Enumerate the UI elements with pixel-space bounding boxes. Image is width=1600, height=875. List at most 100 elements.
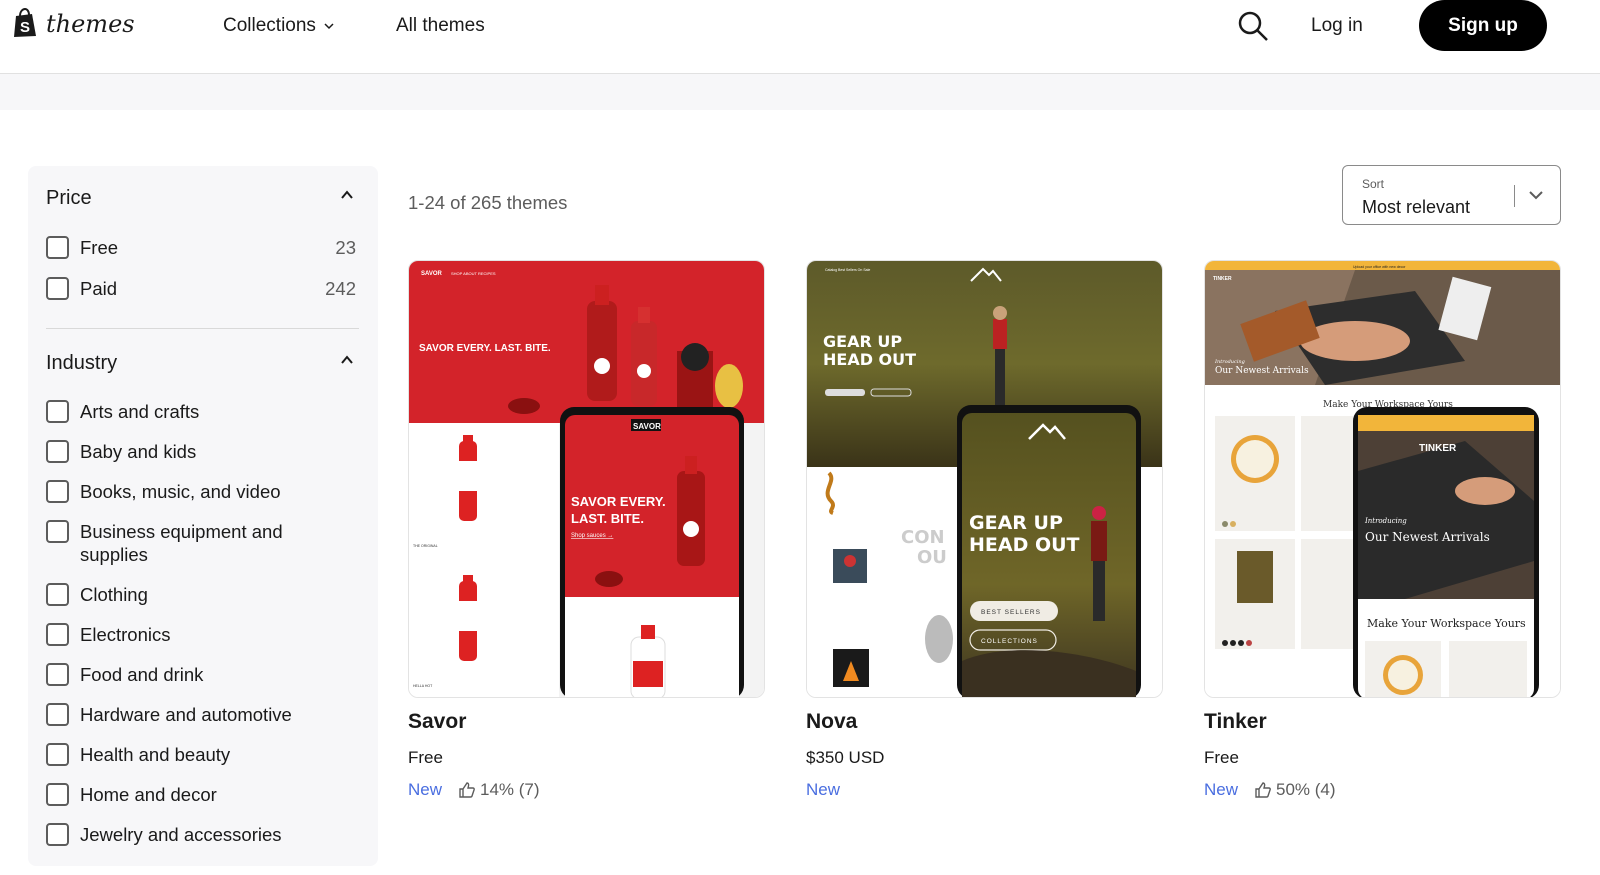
checkbox[interactable] (46, 236, 69, 259)
tinker-mobile-intro: Introducing (1364, 517, 1407, 525)
theme-name[interactable]: Nova (806, 710, 1163, 734)
industry-option[interactable]: Home and decor (46, 783, 356, 806)
nova-desktop-headline-2: HEAD OUT (823, 350, 916, 369)
theme-price: Free (408, 748, 443, 767)
tinker-desktop-intro: Introducing (1214, 359, 1245, 365)
industry-option[interactable]: Arts and crafts (46, 400, 356, 423)
savor-mobile-headline-1: SAVOR EVERY. (571, 494, 666, 509)
price-option-paid[interactable]: Paid 242 (46, 277, 356, 300)
svg-text:CON: CON (901, 527, 945, 548)
industry-option[interactable]: Baby and kids (46, 440, 356, 463)
new-badge: New (408, 780, 443, 799)
svg-text:SAVOR: SAVOR (421, 271, 443, 277)
price-filter-title: Price (46, 187, 92, 209)
theme-name[interactable]: Savor (408, 710, 765, 734)
theme-price: Free (1204, 748, 1239, 767)
checkbox[interactable] (46, 277, 69, 300)
checkbox[interactable] (46, 703, 69, 726)
checkbox[interactable] (46, 743, 69, 766)
theme-card-tinker: Upload your office with new decor TINKER… (1204, 260, 1561, 800)
industry-option[interactable]: Clothing (46, 583, 356, 606)
theme-preview-savor[interactable]: SAVOR SHOP ABOUT RECIPES SAVOR EVERY. LA… (408, 260, 765, 698)
theme-preview-nova[interactable]: Catalog Best Sellers On Sale GEAR UP HEA… (806, 260, 1163, 698)
checkbox[interactable] (46, 480, 69, 503)
signup-button[interactable]: Sign up (1419, 0, 1547, 51)
checkbox[interactable] (46, 440, 69, 463)
tinker-mobile-logo: TINKER (1419, 443, 1457, 454)
checkbox[interactable] (46, 583, 69, 606)
tinker-mobile-section: Make Your Workspace Yours (1367, 617, 1526, 630)
nova-btn-collections: COLLECTIONS (981, 638, 1038, 645)
search-icon[interactable] (1236, 9, 1270, 43)
industry-option[interactable]: Books, music, and video (46, 480, 356, 503)
option-label: Hardware and automotive (80, 704, 292, 725)
theme-meta: New 14% (7) (408, 780, 765, 800)
svg-text:THE ORIGINAL: THE ORIGINAL (413, 544, 438, 548)
tinker-preview-illustration: Upload your office with new decor TINKER… (1205, 261, 1560, 697)
sort-value: Most relevant (1362, 197, 1471, 217)
savor-headline: SAVOR EVERY. LAST. BITE. (419, 343, 551, 354)
filter-divider (46, 328, 359, 329)
industry-option[interactable]: Hardware and automotive (46, 703, 356, 726)
login-link[interactable]: Log in (1311, 15, 1363, 37)
theme-name[interactable]: Tinker (1204, 710, 1561, 734)
shopify-bag-icon: S (14, 8, 36, 37)
thumbs-up-icon (459, 782, 475, 798)
new-badge: New (806, 780, 841, 799)
rating-text: 50% (4) (1276, 780, 1336, 799)
nav-collections-label: Collections (223, 15, 316, 36)
new-badge: New (1204, 780, 1239, 799)
nav-all-themes[interactable]: All themes (396, 15, 485, 37)
option-label: Arts and crafts (80, 401, 200, 422)
industry-option[interactable]: Jewelry and accessories (46, 823, 356, 846)
option-count: 23 (335, 237, 356, 258)
tinker-desktop-logo: TINKER (1213, 276, 1232, 282)
theme-card-nova: Catalog Best Sellers On Sale GEAR UP HEA… (806, 260, 1163, 800)
svg-text:S: S (20, 19, 30, 36)
nova-btn-best-sellers: BEST SELLERS (981, 609, 1041, 616)
option-label: Business equipment and supplies (80, 521, 283, 565)
svg-text:OU: OU (917, 547, 947, 568)
option-label: Baby and kids (80, 441, 197, 462)
checkbox[interactable] (46, 400, 69, 423)
theme-rating: 50% (4) (1254, 780, 1336, 800)
option-label: Food and drink (80, 664, 204, 685)
tinker-announcement: Upload your office with new decor (1353, 265, 1406, 269)
sort-select[interactable]: Sort Most relevant (1342, 165, 1561, 225)
chevron-down-icon (1529, 191, 1543, 200)
savor-preview-illustration: SAVOR SHOP ABOUT RECIPES SAVOR EVERY. LA… (409, 261, 764, 697)
checkbox[interactable] (46, 663, 69, 686)
savor-mobile-link: Shop sauces → (571, 533, 613, 539)
thumbs-up-icon (1255, 782, 1271, 798)
theme-preview-tinker[interactable]: Upload your office with new decor TINKER… (1204, 260, 1561, 698)
checkbox[interactable] (46, 783, 69, 806)
nova-desktop-headline-1: GEAR UP (823, 332, 902, 351)
nav-collections-dropdown[interactable]: Collections (223, 15, 334, 37)
price-option-free[interactable]: Free 23 (46, 236, 356, 259)
rating-text: 14% (7) (480, 780, 540, 799)
checkbox[interactable] (46, 520, 69, 543)
chevron-down-icon (324, 23, 334, 30)
industry-option[interactable]: Food and drink (46, 663, 356, 686)
nova-preview-illustration: Catalog Best Sellers On Sale GEAR UP HEA… (807, 261, 1162, 697)
industry-option[interactable]: Business equipment and supplies (46, 520, 356, 566)
option-label: Paid (80, 278, 118, 299)
site-header: S themes Collections All themes Log in S… (0, 0, 1600, 74)
chevron-up-icon[interactable] (340, 188, 354, 202)
checkbox[interactable] (46, 623, 69, 646)
nova-mobile-headline-2: HEAD OUT (969, 534, 1080, 556)
svg-text:Catalog Best Sellers On Sa: Catalog Best Sellers On Sale (825, 268, 870, 272)
nova-mobile-headline-1: GEAR UP (969, 512, 1063, 534)
option-label: Home and decor (80, 784, 217, 805)
industry-option[interactable]: Health and beauty (46, 743, 356, 766)
results-count: 1-24 of 265 themes (408, 192, 568, 213)
savor-mobile-logo: SAVOR (633, 422, 661, 431)
chevron-up-icon[interactable] (340, 353, 354, 367)
svg-text:HELLA HOT: HELLA HOT (413, 684, 433, 688)
option-label: Free (80, 237, 119, 258)
shopify-themes-logo[interactable]: S themes (12, 8, 135, 38)
theme-meta: New (806, 780, 1163, 800)
industry-option[interactable]: Electronics (46, 623, 356, 646)
checkbox[interactable] (46, 823, 69, 846)
industry-filter-title: Industry (46, 352, 118, 374)
